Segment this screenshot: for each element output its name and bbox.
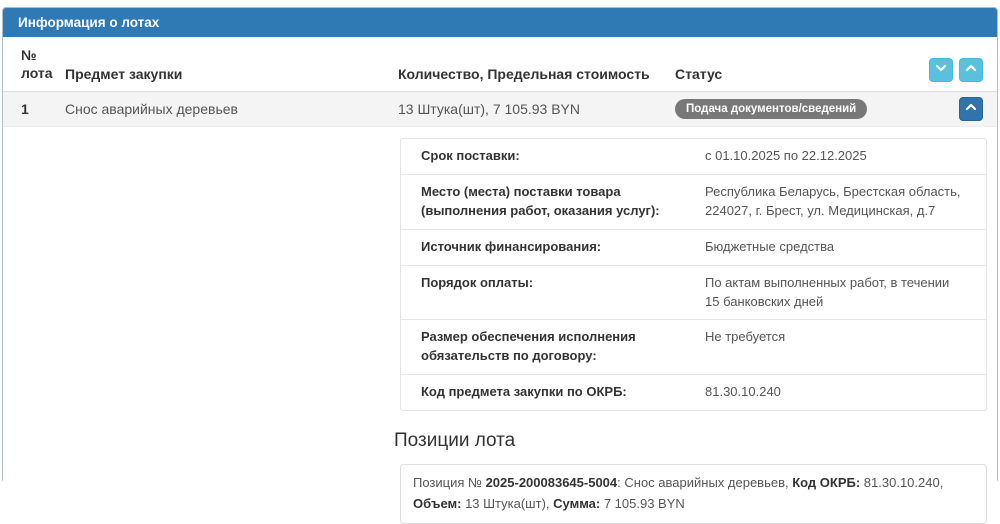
detail-row-okrb-code: Код предмета закупки по ОКРБ: 81.30.10.2…	[401, 375, 986, 410]
chevron-up-icon	[965, 100, 977, 118]
column-header-quantity: Количество, Предельная стоимость	[398, 66, 675, 82]
chevron-up-icon	[965, 61, 977, 79]
lot-row: 1 Снос аварийных деревьев 13 Штука(шт), …	[3, 92, 997, 127]
position-volume-label: Объем:	[413, 496, 461, 511]
detail-label: Источник финансирования:	[401, 238, 705, 257]
lot-details-area: Срок поставки: с 01.10.2025 по 22.12.202…	[3, 127, 997, 523]
column-header-lot-no: № лота	[21, 46, 65, 82]
positions-heading: Позиции лота	[394, 430, 985, 452]
panel-title: Информация о лотах	[18, 15, 159, 30]
position-sum-label: Сумма:	[553, 496, 600, 511]
position-code-value: 81.30.10.240,	[860, 475, 943, 490]
position-item: Позиция № 2025-200083645-5004: Снос авар…	[400, 464, 987, 524]
position-sum-value: 7 105.93 BYN	[600, 496, 685, 511]
position-code-label: Код ОКРБ:	[792, 475, 860, 490]
detail-label: Порядок оплаты:	[401, 274, 705, 312]
detail-row-contract-security: Размер обеспечения исполнения обязательс…	[401, 320, 986, 375]
expand-all-button[interactable]	[959, 58, 983, 82]
lot-status-cell: Подача документов/сведений	[675, 99, 959, 119]
collapse-row-button[interactable]	[959, 97, 983, 121]
detail-label: Срок поставки:	[401, 147, 705, 166]
detail-row-delivery-place: Место (места) поставки товара (выполнени…	[401, 175, 986, 230]
detail-label: Размер обеспечения исполнения обязательс…	[401, 328, 705, 366]
panel-header: Информация о лотах	[3, 8, 997, 37]
detail-value: с 01.10.2025 по 22.12.2025	[705, 147, 986, 166]
position-prefix: Позиция №	[413, 475, 486, 490]
detail-label: Место (места) поставки товара (выполнени…	[401, 183, 705, 221]
detail-value: 81.30.10.240	[705, 383, 986, 402]
position-subject: : Снос аварийных деревьев,	[617, 475, 792, 490]
detail-value: Республика Беларусь, Брестская область, …	[705, 183, 986, 221]
detail-value: Бюджетные средства	[705, 238, 986, 257]
detail-label: Код предмета закупки по ОКРБ:	[401, 383, 705, 402]
detail-row-funding-source: Источник финансирования: Бюджетные средс…	[401, 230, 986, 266]
detail-value: Не требуется	[705, 328, 986, 366]
collapse-all-button[interactable]	[929, 58, 953, 82]
lot-subject-cell: Снос аварийных деревьев	[65, 101, 398, 117]
position-number: 2025-200083645-5004	[486, 475, 618, 490]
row-controls	[959, 97, 983, 121]
detail-row-payment-order: Порядок оплаты: По актам выполненных раб…	[401, 266, 986, 321]
detail-value: По актам выполненных работ, в течении 15…	[705, 274, 986, 312]
position-volume-value: 13 Штука(шт),	[461, 496, 553, 511]
chevron-down-icon	[935, 61, 947, 79]
status-badge: Подача документов/сведений	[675, 99, 867, 119]
column-header-subject: Предмет закупки	[65, 66, 398, 82]
lots-info-panel: Информация о лотах № лота Предмет закупк…	[2, 7, 998, 483]
lot-details-table: Срок поставки: с 01.10.2025 по 22.12.202…	[400, 138, 987, 411]
lots-table-header: № лота Предмет закупки Количество, Преде…	[3, 37, 997, 92]
detail-row-delivery-term: Срок поставки: с 01.10.2025 по 22.12.202…	[401, 139, 986, 175]
lot-quantity-cell: 13 Штука(шт), 7 105.93 BYN	[398, 101, 675, 117]
column-header-status: Статус	[675, 66, 929, 82]
lot-number-cell: 1	[21, 100, 65, 118]
expand-collapse-controls	[929, 58, 983, 82]
